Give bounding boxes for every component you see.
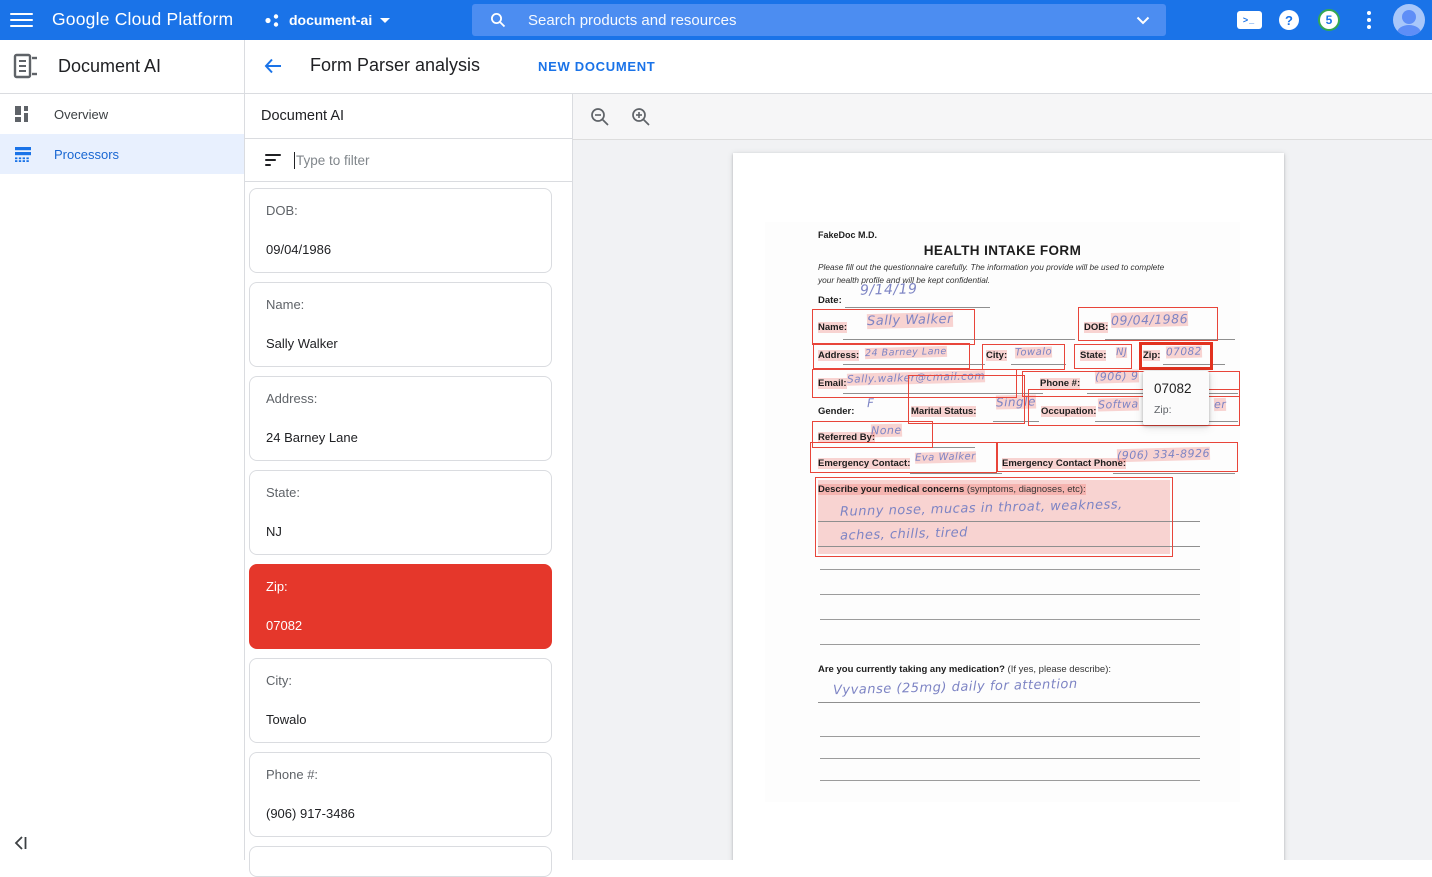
new-document-button[interactable]: NEW DOCUMENT <box>538 59 655 74</box>
sidebar-nav: Overview Processors <box>0 94 245 860</box>
document-page[interactable]: FakeDoc M.D. HEALTH INTAKE FORM Please f… <box>733 153 1284 860</box>
viewer-canvas[interactable]: FakeDoc M.D. HEALTH INTAKE FORM Please f… <box>573 140 1432 860</box>
notification-badge: 5 <box>1318 9 1340 31</box>
document-viewer: FakeDoc M.D. HEALTH INTAKE FORM Please f… <box>573 94 1432 860</box>
filter-bar[interactable] <box>245 139 572 182</box>
processors-icon <box>13 146 33 162</box>
field-tooltip: 07082 Zip: <box>1143 371 1209 425</box>
back-button[interactable] <box>263 56 283 81</box>
panel-title: Document AI <box>261 108 344 124</box>
project-selector[interactable]: document-ai <box>264 0 390 40</box>
field-card-list: DOB: 09/04/1986 Name: Sally Walker Addre… <box>245 182 572 877</box>
search-icon <box>490 12 506 28</box>
date-label: Date: <box>818 295 842 306</box>
avatar <box>1393 4 1425 36</box>
page-header: Document AI Form Parser analysis NEW DOC… <box>0 40 1432 94</box>
menu-icon[interactable] <box>10 9 33 31</box>
help-button[interactable]: ? <box>1279 0 1299 40</box>
form-title: HEALTH INTAKE FORM <box>765 243 1240 258</box>
viewer-toolbar <box>573 94 1432 140</box>
clinic-name: FakeDoc M.D. <box>818 230 877 240</box>
sidebar-item-overview[interactable]: Overview <box>0 94 244 134</box>
document-ai-icon <box>13 53 38 80</box>
form-instructions-1: Please fill out the questionnaire carefu… <box>818 262 1164 272</box>
project-name: document-ai <box>289 12 372 28</box>
gender-handwriting: F <box>867 396 875 410</box>
more-options-button[interactable] <box>1362 0 1376 40</box>
project-caret-icon <box>380 18 390 23</box>
app-header-section: Document AI <box>0 40 245 93</box>
extraction-panel: Document AI DOB: 09/04/1986 Name: Sally … <box>245 94 573 860</box>
annotation-box-dob[interactable] <box>1078 307 1218 341</box>
annotation-box-city[interactable] <box>982 344 1065 370</box>
annotation-box-address[interactable] <box>813 343 970 369</box>
gender-label: Gender: <box>818 406 854 417</box>
global-search[interactable] <box>472 4 1166 36</box>
sidebar-item-label: Overview <box>54 107 108 122</box>
cloud-shell-button[interactable]: >_ <box>1236 0 1262 40</box>
medication-label: Are you currently taking any medication?… <box>818 664 1111 675</box>
search-input[interactable] <box>528 4 1088 36</box>
field-card-dob[interactable]: DOB: 09/04/1986 <box>249 188 552 273</box>
collapse-sidebar-button[interactable] <box>14 835 29 856</box>
field-card-phone[interactable]: Phone #: (906) 917-3486 <box>249 752 552 837</box>
annotation-box-marital-status[interactable] <box>908 375 1025 424</box>
kebab-menu-icon <box>1367 11 1371 29</box>
project-icon <box>264 12 281 29</box>
annotation-box-name[interactable] <box>812 309 975 345</box>
top-app-bar: Google Cloud Platform document-ai >_ ? 5 <box>0 0 1432 40</box>
filter-icon <box>265 151 281 169</box>
account-button[interactable] <box>1393 0 1425 40</box>
text-cursor <box>294 152 295 169</box>
zoom-in-button[interactable] <box>631 107 651 127</box>
filter-input[interactable] <box>296 153 526 168</box>
field-card-city[interactable]: City: Towalo <box>249 658 552 743</box>
field-card-partial[interactable] <box>249 846 552 877</box>
field-card-address[interactable]: Address: 24 Barney Lane <box>249 376 552 461</box>
cloud-shell-icon: >_ <box>1237 11 1262 29</box>
overview-icon <box>13 105 33 123</box>
annotation-box-state[interactable] <box>1074 344 1132 369</box>
page-title: Form Parser analysis <box>310 55 480 76</box>
annotation-box-concerns[interactable] <box>815 477 1173 557</box>
sidebar-item-label: Processors <box>54 147 119 162</box>
tooltip-label: Zip: <box>1154 404 1198 416</box>
tooltip-value: 07082 <box>1154 381 1198 396</box>
annotation-box-emergency-phone[interactable] <box>997 442 1238 472</box>
sidebar-item-processors[interactable]: Processors <box>0 134 244 174</box>
health-intake-form: FakeDoc M.D. HEALTH INTAKE FORM Please f… <box>765 222 1240 802</box>
field-card-state[interactable]: State: NJ <box>249 470 552 555</box>
gcp-logo[interactable]: Google Cloud Platform <box>52 9 233 30</box>
app-title: Document AI <box>58 56 161 77</box>
annotation-box-emergency-contact[interactable] <box>810 442 997 473</box>
field-card-zip-selected[interactable]: Zip: 07082 <box>249 564 552 649</box>
help-icon: ? <box>1279 10 1299 30</box>
annotation-box-zip-selected[interactable] <box>1139 342 1213 370</box>
zoom-out-button[interactable] <box>590 107 610 127</box>
notifications-button[interactable]: 5 <box>1318 0 1340 40</box>
field-card-name[interactable]: Name: Sally Walker <box>249 282 552 367</box>
search-chevron-down-icon[interactable] <box>1136 16 1150 25</box>
panel-header: Document AI <box>245 94 572 139</box>
